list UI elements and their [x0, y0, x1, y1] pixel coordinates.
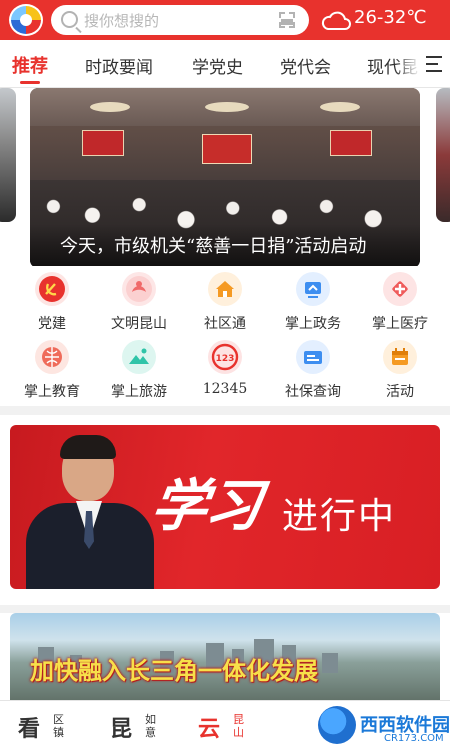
- service-item-activity[interactable]: 活动: [355, 334, 445, 400]
- search-icon: [61, 11, 78, 28]
- service-label: 党建: [38, 316, 66, 332]
- nav-item-districts[interactable]: 看 区镇: [18, 701, 78, 750]
- nav-item-main-label: 昆: [110, 716, 133, 742]
- study-section: 学习 进行中: [0, 415, 450, 605]
- delta-banner-title: 加快融入长三角一体化发展: [30, 656, 318, 685]
- service-label: 掌上旅游: [111, 384, 167, 400]
- nav-item-sub-label: 昆山: [233, 713, 244, 739]
- party-emblem-icon: [35, 272, 69, 306]
- service-label: 社保查询: [285, 384, 341, 400]
- travel-icon: [122, 340, 156, 374]
- service-item-education[interactable]: 掌上教育: [7, 334, 97, 400]
- calendar-icon: [383, 340, 417, 374]
- study-banner[interactable]: 学习 进行中: [10, 425, 440, 589]
- cloud-icon: [321, 11, 351, 30]
- service-label: 掌上政务: [285, 316, 341, 332]
- tab-party-congress[interactable]: 党代会: [280, 53, 331, 78]
- nav-item-cloud-kunshan[interactable]: 云 昆山: [198, 701, 258, 750]
- carousel-caption: 今天，市级机关“慈善一日捐”活动启动: [60, 236, 367, 257]
- top-header: 搜你想搜的 26-32℃: [0, 0, 450, 40]
- service-label: 掌上医疗: [372, 316, 428, 332]
- nav-item-sub-label: 如意: [145, 713, 156, 739]
- civilization-icon: [122, 272, 156, 306]
- scan-icon[interactable]: [279, 12, 295, 28]
- study-subtitle: 进行中: [282, 496, 397, 537]
- service-label: 社区通: [204, 316, 246, 332]
- active-tab-indicator: [20, 81, 40, 84]
- delta-banner[interactable]: 加快融入长三角一体化发展: [10, 613, 440, 703]
- app-logo[interactable]: [9, 4, 43, 36]
- service-label: 12345: [202, 381, 248, 397]
- service-item-hotline[interactable]: 123 12345: [180, 334, 270, 400]
- tab-party-history[interactable]: 学党史: [192, 53, 243, 78]
- service-item-community[interactable]: 社区通: [180, 266, 270, 332]
- service-item-medical[interactable]: 掌上医疗: [355, 266, 445, 332]
- service-label: 文明昆山: [111, 316, 167, 332]
- carousel-next-slide[interactable]: [436, 88, 450, 222]
- service-item-party-building[interactable]: 党建: [7, 266, 97, 332]
- service-item-government[interactable]: 掌上政务: [268, 266, 358, 332]
- menu-icon[interactable]: [420, 40, 450, 87]
- service-label: 活动: [386, 384, 414, 400]
- carousel-slide[interactable]: 今天，市级机关“慈善一日捐”活动启动: [30, 88, 420, 268]
- news-carousel: 今天，市级机关“慈善一日捐”活动启动: [0, 88, 450, 274]
- carousel-prev-slide[interactable]: [0, 88, 16, 222]
- search-placeholder: 搜你想搜的: [84, 12, 160, 30]
- medical-icon: [383, 272, 417, 306]
- education-icon: [35, 340, 69, 374]
- study-calligraphy: 学习: [146, 473, 265, 539]
- channel-tabs: 推荐 时政要闻 学党史 党代会 现代昆: [0, 40, 450, 88]
- app-screen: 搜你想搜的 26-32℃ 推荐 时政要闻 学党史 党代会 现代昆 今天，市级机关…: [0, 0, 450, 750]
- watermark-logo-icon: [318, 706, 356, 744]
- svg-text:123: 123: [216, 354, 235, 364]
- site-watermark: 西西软件园 CR173.COM: [318, 704, 450, 746]
- delta-section: 加快融入长三角一体化发展: [0, 613, 450, 703]
- search-bar[interactable]: 搜你想搜的: [51, 5, 309, 35]
- service-grid: 党建 文明昆山 社区通 掌上政务 掌上医疗 掌上教育 掌上旅游 123 1234…: [0, 266, 450, 406]
- government-icon: [296, 272, 330, 306]
- service-label: 掌上教育: [24, 384, 80, 400]
- tab-politics-news[interactable]: 时政要闻: [85, 53, 153, 78]
- service-item-social-security[interactable]: 社保查询: [268, 334, 358, 400]
- home-icon: [208, 272, 242, 306]
- weather-temperature[interactable]: 26-32℃: [354, 7, 427, 28]
- service-item-travel[interactable]: 掌上旅游: [94, 334, 184, 400]
- tab-fade: [395, 40, 420, 87]
- portrait-image: [20, 431, 160, 589]
- tab-recommend[interactable]: 推荐: [12, 52, 48, 78]
- service-item-civilization[interactable]: 文明昆山: [94, 266, 184, 332]
- nav-item-sub-label: 区镇: [53, 713, 64, 739]
- nav-item-main-label: 云: [198, 716, 221, 742]
- hotline-icon: 123: [208, 340, 242, 374]
- social-security-icon: [296, 340, 330, 374]
- watermark-url: CR173.COM: [384, 733, 444, 744]
- nav-item-ruyi[interactable]: 昆 如意: [110, 701, 170, 750]
- nav-item-main-label: 看: [18, 716, 41, 742]
